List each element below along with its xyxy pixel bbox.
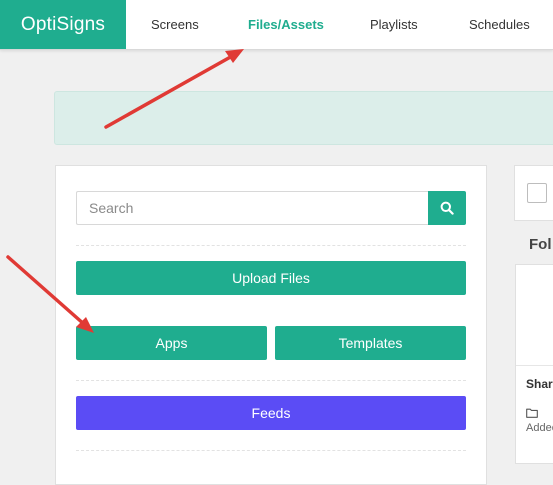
folders-heading: Fol [529, 236, 552, 253]
divider [76, 380, 466, 381]
assets-actions-panel: Upload Files Apps Templates Feeds [55, 165, 487, 485]
search-icon [440, 201, 454, 215]
feeds-button[interactable]: Feeds [76, 396, 466, 430]
search-input[interactable] [76, 191, 428, 225]
upload-files-button[interactable]: Upload Files [76, 261, 466, 295]
nav-screens[interactable]: Screens [151, 0, 199, 49]
folder-card[interactable]: Shar Addec [515, 264, 553, 464]
search-button[interactable] [428, 191, 466, 225]
nav-playlists[interactable]: Playlists [370, 0, 418, 49]
annotation-arrowhead [225, 49, 244, 63]
divider [76, 450, 466, 451]
top-navbar: OptiSigns Screens Files/Assets Playlists… [0, 0, 553, 50]
nav-files-assets[interactable]: Files/Assets [248, 0, 324, 49]
select-all-checkbox[interactable] [527, 183, 547, 203]
folder-name: Shar [526, 377, 553, 391]
folder-icon [526, 408, 538, 418]
folder-meta: Addec [526, 422, 553, 434]
brand-logo[interactable]: OptiSigns [0, 0, 126, 49]
templates-button[interactable]: Templates [275, 326, 466, 360]
nav-schedules[interactable]: Schedules [469, 0, 530, 49]
info-banner [54, 91, 553, 145]
divider [76, 245, 466, 246]
folder-thumbnail [516, 265, 553, 366]
apps-button[interactable]: Apps [76, 326, 267, 360]
select-all-bar [514, 165, 553, 221]
